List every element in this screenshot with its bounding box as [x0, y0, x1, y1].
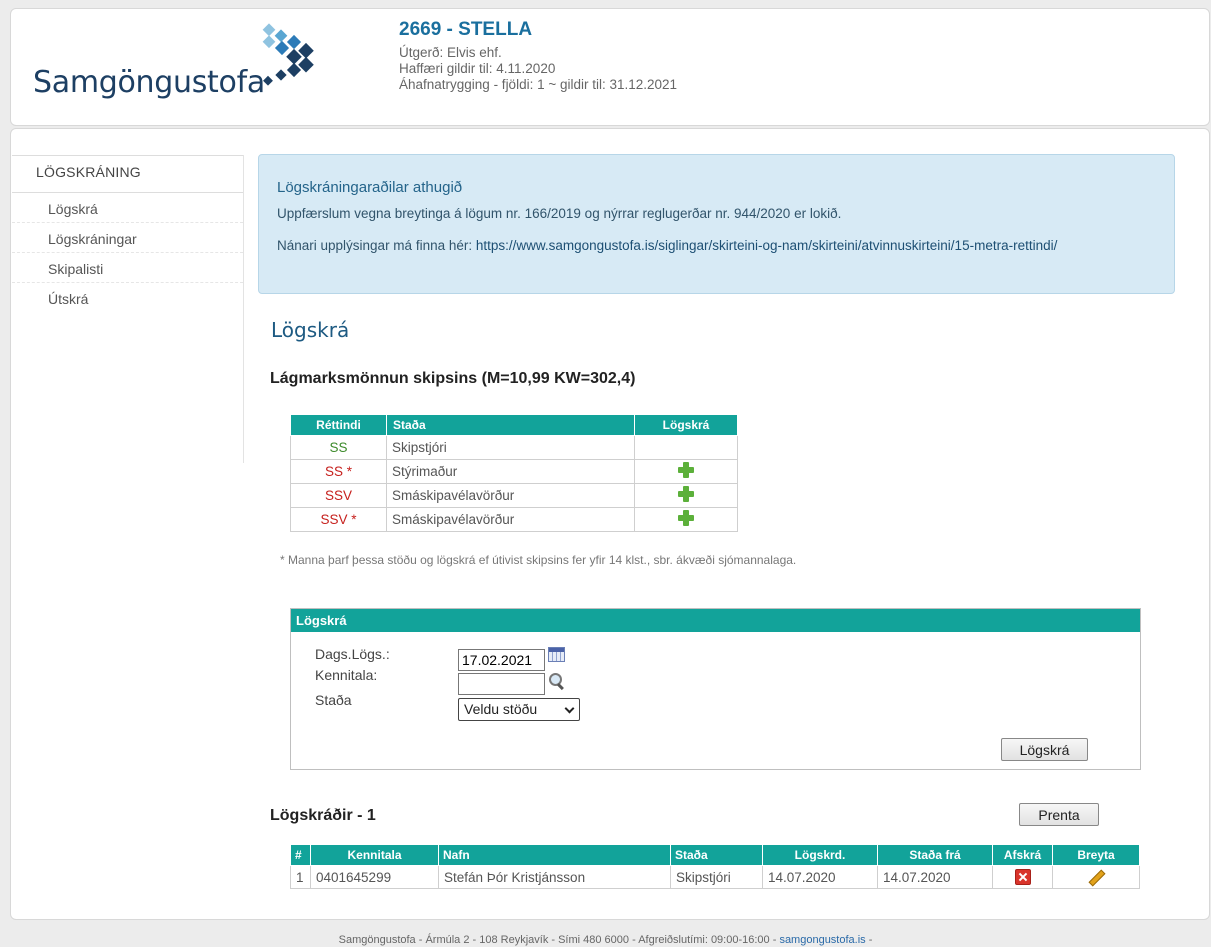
stada-selected-value: Veldu stöðu	[464, 701, 538, 717]
ship-title: 2669 - STELLA	[399, 19, 533, 40]
minimum-crew-table: Réttindi Staða Lögskrá SS Skipstjóri SS …	[290, 414, 738, 532]
registered-heading: Lögskráðir - 1	[270, 807, 376, 824]
footer: Samgöngustofa - Ármúla 2 - 108 Reykjavík…	[0, 934, 1211, 946]
chevron-down-icon	[564, 703, 575, 714]
sidebar-item-skipalisti[interactable]: Skipalisti	[12, 253, 243, 283]
col-afskra: Afskrá	[992, 844, 1053, 866]
col-nafn: Nafn	[438, 844, 671, 866]
kennitala-label: Kennitala:	[315, 667, 378, 683]
footer-text: Samgöngustofa - Ármúla 2 - 108 Reykjavík…	[338, 934, 780, 946]
date-label: Dags.Lögs.:	[315, 646, 390, 662]
search-icon[interactable]	[548, 672, 566, 690]
rettindi-code: SSV	[290, 483, 387, 508]
sidebar-item-logskra[interactable]: Lögskrá	[12, 193, 243, 223]
role-name: Stýrimaður	[386, 459, 635, 484]
table-row: SSV Smáskipavélavörður	[290, 483, 738, 508]
kennitala-input[interactable]	[458, 673, 545, 695]
add-icon[interactable]	[678, 462, 694, 478]
add-icon[interactable]	[678, 486, 694, 502]
stada-label: Staða	[315, 692, 352, 708]
row-name: Stefán Þór Kristjánsson	[438, 865, 671, 889]
notice-link[interactable]: https://www.samgongustofa.is/siglingar/s…	[476, 238, 1057, 253]
col-stada-fra: Staða frá	[877, 844, 993, 866]
row-stada: Skipstjóri	[670, 865, 763, 889]
sidebar-title: LÖGSKRÁNING	[12, 155, 243, 193]
logo-text: Samgöngustofa	[33, 65, 265, 100]
date-input[interactable]	[458, 649, 545, 671]
sidebar-item-utskra[interactable]: Útskrá	[12, 283, 243, 313]
notice-box: Lögskráningaraðilar athugið Uppfærslum v…	[258, 154, 1175, 294]
ship-seaworthy: Haffæri gildir til: 4.11.2020	[399, 61, 556, 76]
role-name: Smáskipavélavörður	[386, 483, 635, 508]
col-kennitala: Kennitala	[310, 844, 439, 866]
col-stada: Staða	[670, 844, 763, 866]
col-stada: Staða	[386, 414, 635, 436]
notice-title: Lögskráningaraðilar athugið	[277, 179, 463, 196]
row-stada-fra: 14.07.2020	[877, 865, 993, 889]
row-logskrd: 14.07.2020	[762, 865, 878, 889]
notice-text: Uppfærslum vegna breytinga á lögum nr. 1…	[277, 206, 842, 221]
table-row: SS Skipstjóri	[290, 435, 738, 460]
notice-more-info: Nánari upplýsingar má finna hér: https:/…	[277, 237, 1157, 254]
delete-icon[interactable]	[1014, 869, 1031, 886]
col-breyta: Breyta	[1052, 844, 1140, 866]
rettindi-code: SSV *	[290, 507, 387, 532]
logo-mark-icon	[262, 23, 314, 86]
row-kennitala: 0401645299	[310, 865, 439, 889]
registered-crew-table: # Kennitala Nafn Staða Lögskrd. Staða fr…	[290, 844, 1140, 889]
footer-suffix: -	[865, 934, 873, 946]
logskra-form: Lögskrá Dags.Lögs.: Kennitala: Staða Vel…	[290, 608, 1141, 770]
col-logskra: Lögskrá	[634, 414, 738, 436]
sidebar: LÖGSKRÁNING Lögskrá Lögskráningar Skipal…	[12, 155, 244, 463]
footer-link[interactable]: samgongustofa.is	[779, 934, 865, 946]
page-title: Lögskrá	[271, 318, 350, 342]
print-button[interactable]: Prenta	[1019, 803, 1099, 826]
footnote: * Manna þarf þessa stöðu og lögskrá ef ú…	[280, 553, 797, 567]
ship-owner: Útgerð: Elvis ehf.	[399, 45, 502, 60]
empty-cell	[634, 435, 738, 460]
form-title: Lögskrá	[291, 609, 1140, 632]
notice-more-info-label: Nánari upplýsingar má finna hér:	[277, 238, 476, 253]
table-row: SSV * Smáskipavélavörður	[290, 507, 738, 532]
ship-crew-insurance: Áhafnatrygging - fjöldi: 1 ~ gildir til:…	[399, 77, 678, 92]
col-num: #	[290, 844, 311, 866]
table-row: SS * Stýrimaður	[290, 459, 738, 484]
table-row: 1 0401645299 Stefán Þór Kristjánsson Ski…	[290, 865, 1140, 889]
rettindi-code: SS *	[290, 459, 387, 484]
role-name: Skipstjóri	[386, 435, 635, 460]
add-icon[interactable]	[678, 510, 694, 526]
calendar-icon[interactable]	[548, 647, 565, 662]
rettindi-code: SS	[290, 435, 387, 460]
sidebar-item-logskraningar[interactable]: Lögskráningar	[12, 223, 243, 253]
logskra-submit-button[interactable]: Lögskrá	[1001, 738, 1088, 761]
row-num: 1	[290, 865, 311, 889]
col-logskrd: Lögskrd.	[762, 844, 878, 866]
role-name: Smáskipavélavörður	[386, 507, 635, 532]
minimum-crew-heading: Lágmarksmönnun skipsins (M=10,99 KW=302,…	[270, 370, 636, 387]
stada-select[interactable]: Veldu stöðu	[458, 698, 580, 721]
pencil-icon[interactable]	[1087, 868, 1105, 886]
site-header: Samgöngustofa 2669 - STELLA Útgerð: Elvi…	[10, 8, 1210, 126]
col-rettindi: Réttindi	[290, 414, 387, 436]
